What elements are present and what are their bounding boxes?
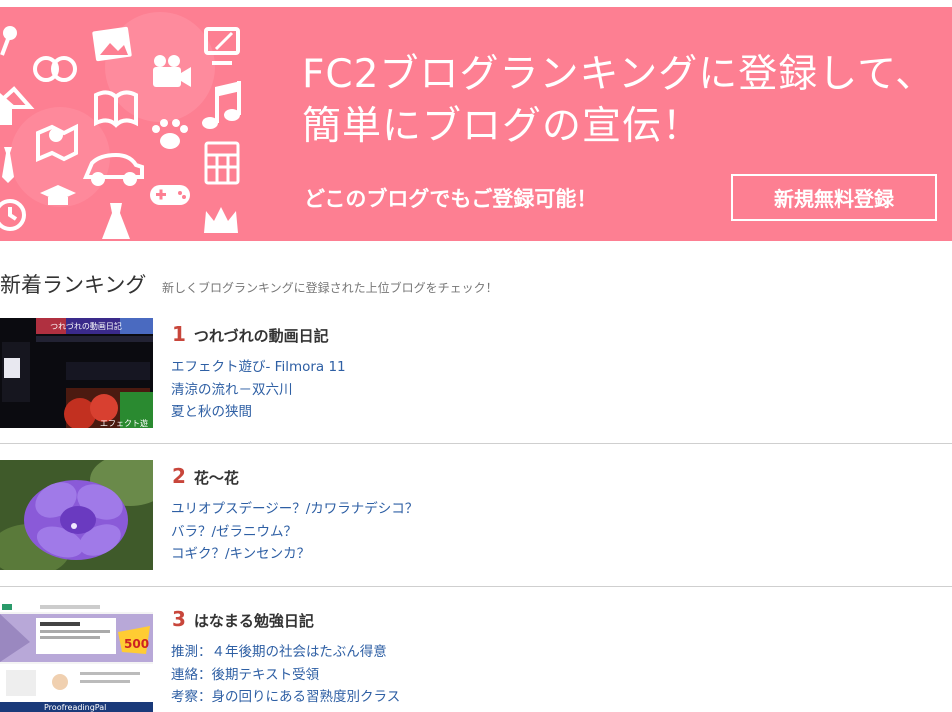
thumb-3-sticker: 500 [124,637,149,651]
entry-link[interactable]: コギク？/キンセンカ？ [171,543,418,566]
blog-name[interactable]: はなまる勉強日記 [194,612,314,630]
banner-title-line1: FC2ブログランキングに登録して、 [302,52,936,97]
entry-link[interactable]: 夏と秋の狭間 [171,401,346,424]
entry-link[interactable]: 考察：身の回りにある習熟度別クラス [171,686,400,709]
promo-banner[interactable]: FC2ブログランキングに登録して、 簡単にブログの宣伝！ どこのブログでもご登録… [0,7,952,241]
clock-icon [0,199,26,231]
banner-subtitle: どこのブログでもご登録可能！ [304,187,598,211]
banner-icon-cluster [0,12,241,239]
paw-icon [152,119,188,149]
calculator-icon [204,141,240,185]
entry-link[interactable]: エフェクト遊び- Filmora 11 [171,356,346,379]
section-title: 新着ランキング [0,273,147,297]
microphone-icon [0,26,17,56]
crown-icon [204,207,238,233]
top-strip [0,0,952,7]
entry-links-3: 推測：４年後期の社会はたぶん得意 連絡：後期テキスト受領 考察：身の回りにある習… [171,641,400,709]
rank-title-3[interactable]: 3 はなまる勉強日記 [172,607,314,633]
entry-links-1: エフェクト遊び- Filmora 11 清涼の流れ－双六川 夏と秋の狭間 [171,356,346,424]
ranking-item-3: 500 ProofreadingPal 3 はなまる勉強日記 推測：４年後期の社会… [0,595,952,712]
entry-link[interactable]: 連絡：後期テキスト受領 [171,664,400,687]
gamepad-icon [150,185,190,205]
entry-link[interactable]: 推測：４年後期の社会はたぶん得意 [171,641,400,664]
thumb-1-title: つれづれの動画日記 [50,321,122,331]
banner-title-line2: 簡単にブログの宣伝！ [302,104,703,149]
rank-number: 2 [172,464,186,488]
thumb-1-caption: エフェクト遊 [100,418,148,428]
blog-name[interactable]: つれづれの動画日記 [194,327,329,345]
blog-name[interactable]: 花～花 [194,469,239,487]
blog-thumbnail-3[interactable]: 500 ProofreadingPal [0,602,153,712]
register-button[interactable]: 新規無料登録 [731,174,937,221]
new-ranking-header: 新着ランキング 新しくブログランキングに登録された上位ブログをチェック！ [0,270,952,302]
wedding-rings-icon [33,56,77,82]
rank-number: 1 [172,322,186,346]
thumb-3-ad: ProofreadingPal [44,703,106,712]
photo-icon [92,26,132,62]
dress-icon [102,203,130,239]
ranking-item-1: つれづれの動画日記 エフェクト遊 1 つれづれの動画日記 エフェクト遊び- Fil… [0,312,952,444]
rank-number: 3 [172,607,186,631]
banner-title: FC2ブログランキングに登録して、 簡単にブログの宣伝！ [302,49,942,153]
entry-link[interactable]: バラ？/ゼラニウム？ [171,521,418,544]
section-description: 新しくブログランキングに登録された上位ブログをチェック！ [162,281,498,295]
rank-title-2[interactable]: 2 花～花 [172,464,239,490]
rank-title-1[interactable]: 1 つれづれの動画日記 [172,322,329,348]
entry-link[interactable]: 清涼の流れ－双六川 [171,379,346,402]
entry-link[interactable]: ユリオプスデージー？/カワラナデシコ？ [171,498,418,521]
ranking-item-2: 2 花～花 ユリオプスデージー？/カワラナデシコ？ バラ？/ゼラニウム？ コギク？… [0,452,952,587]
entry-links-2: ユリオプスデージー？/カワラナデシコ？ バラ？/ゼラニウム？ コギク？/キンセン… [171,498,418,566]
blog-thumbnail-2[interactable] [0,460,153,570]
house-icon [0,86,35,125]
blog-thumbnail-1[interactable]: つれづれの動画日記 エフェクト遊 [0,318,153,428]
